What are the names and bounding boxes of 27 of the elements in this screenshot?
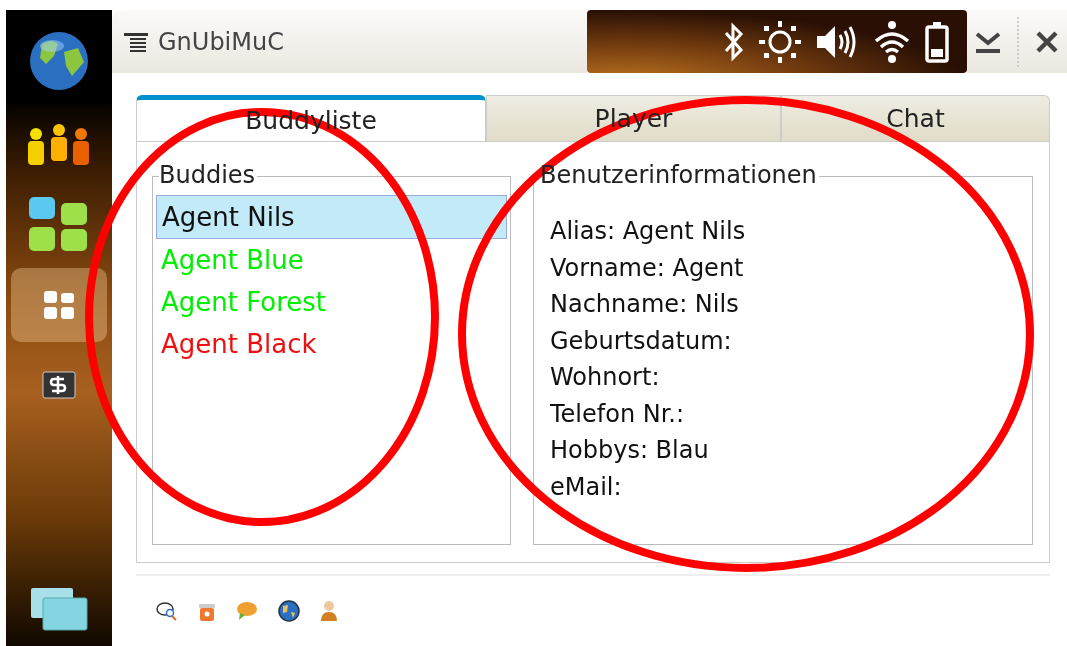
terminal-icon[interactable] xyxy=(42,371,76,399)
close-icon[interactable] xyxy=(1035,29,1059,54)
chat-search-icon[interactable] xyxy=(156,601,178,621)
window-title: GnUbiMuC xyxy=(158,27,284,56)
wifi-icon xyxy=(873,20,911,63)
person-icon[interactable] xyxy=(320,600,338,622)
buddy-item[interactable]: Agent Nils xyxy=(156,195,507,239)
speech-bubble-icon[interactable] xyxy=(236,601,258,621)
info-line: Vorname: Agent xyxy=(550,252,745,284)
bluetooth-icon xyxy=(723,21,745,62)
info-line: Hobbys: Blau xyxy=(550,435,710,466)
brightness-icon xyxy=(759,20,801,63)
window-switcher-icon[interactable] xyxy=(29,586,89,632)
buddy-item[interactable]: Agent Black xyxy=(156,323,507,365)
globe-icon[interactable] xyxy=(278,600,300,622)
info-line: Wohnort: xyxy=(550,362,661,393)
menu-icon[interactable] xyxy=(124,31,148,52)
battery-icon xyxy=(925,20,949,63)
globe-icon[interactable] xyxy=(28,30,90,92)
info-line: Alias: Agent Nils xyxy=(550,216,747,247)
grid-icon[interactable] xyxy=(42,289,76,321)
info-line: Nachname: Nils xyxy=(550,289,740,320)
info-line: eMail: xyxy=(550,471,623,503)
info-line: Telefon Nr.: xyxy=(550,398,686,430)
tab[interactable]: Chat xyxy=(781,95,1050,141)
status-area[interactable] xyxy=(587,10,967,73)
info-line: Geburtsdatum: xyxy=(550,325,733,357)
